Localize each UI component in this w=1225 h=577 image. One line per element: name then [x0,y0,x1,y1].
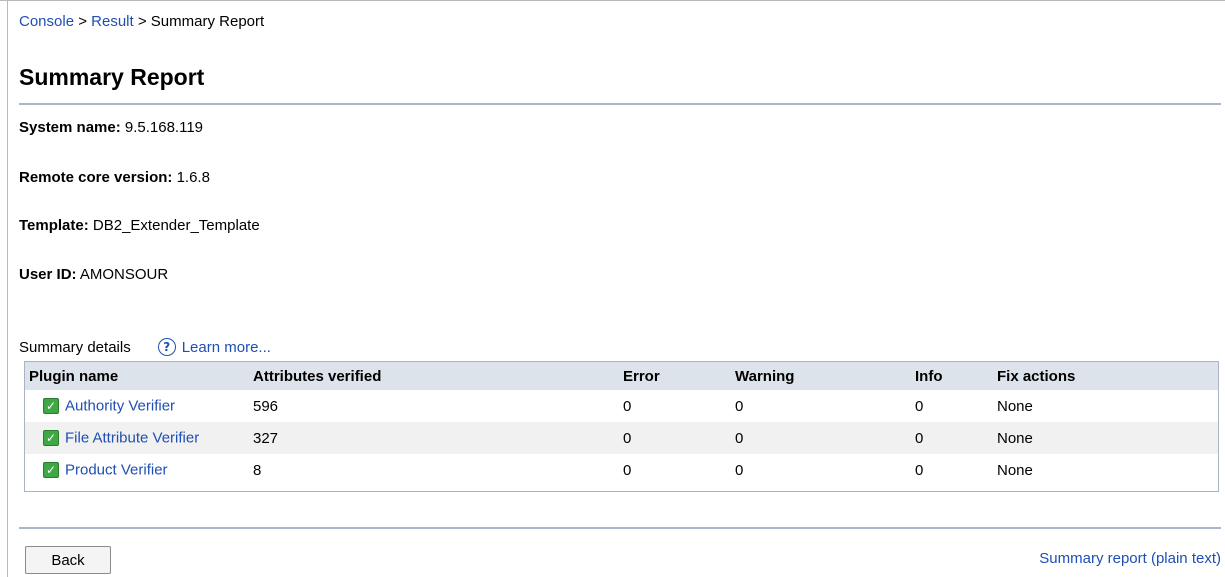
breadcrumb: Console > Result > Summary Report [19,13,264,30]
plain-text-report-link[interactable]: Summary report (plain text) [1039,550,1221,567]
fix-actions-cell: None [997,461,1033,479]
table-header-row: Plugin name Attributes verified Error Wa… [25,362,1218,390]
column-header-fix-actions[interactable]: Fix actions [993,362,1218,390]
template-value: DB2_Extender_Template [92,217,260,234]
summary-table-container: Plugin name Attributes verified Error Wa… [24,361,1219,492]
back-button[interactable]: Back [25,546,111,574]
check-icon: ✓ [43,398,59,415]
check-icon: ✓ [43,462,59,479]
plugin-link-file-attribute-verifier[interactable]: File Attribute Verifier [65,430,199,447]
remote-core-version-value: 1.6.8 [176,169,210,186]
plugin-link-product-verifier[interactable]: Product Verifier [65,462,168,479]
breadcrumb-current: Summary Report [150,13,265,30]
table-row: ✓ Product Verifier 8 0 0 0 None [25,454,1218,486]
title-divider [19,103,1221,105]
question-circle-icon[interactable]: ? [157,338,176,356]
warning-cell: 0 [735,461,744,479]
user-id-value: AMONSOUR [79,266,169,283]
system-name-value: 9.5.168.119 [124,119,204,136]
attributes-verified-cell: 596 [253,397,279,415]
info-cell: 0 [915,429,924,447]
column-header-error[interactable]: Error [619,362,731,390]
summary-details-header: Summary details ? Learn more... [19,338,271,356]
plugin-link-authority-verifier[interactable]: Authority Verifier [65,398,175,415]
check-icon: ✓ [43,430,59,447]
remote-core-version-label: Remote core version: [19,169,173,186]
page-title: Summary Report [19,64,205,90]
error-cell: 0 [623,429,632,447]
template-label: Template: [19,217,89,234]
info-cell: 0 [915,397,924,415]
column-header-attributes-verified[interactable]: Attributes verified [249,362,619,390]
plugin-cell: ✓ Authority Verifier [25,390,249,422]
breadcrumb-separator: > [137,13,147,30]
summary-details-label: Summary details [19,338,131,356]
table-row: ✓ File Attribute Verifier 327 0 0 0 None [25,422,1218,454]
warning-cell: 0 [735,397,744,415]
fix-actions-cell: None [997,397,1033,415]
attributes-verified-cell: 327 [253,429,279,447]
attributes-verified-cell: 8 [253,461,262,479]
plugin-cell: ✓ File Attribute Verifier [25,422,249,454]
error-cell: 0 [623,397,632,415]
column-header-warning[interactable]: Warning [731,362,911,390]
column-header-plugin-name[interactable]: Plugin name [25,362,249,390]
frame-left-border [7,0,8,577]
info-cell: 0 [915,461,924,479]
breadcrumb-result-link[interactable]: Result [91,13,134,30]
breadcrumb-separator: > [78,13,87,30]
breadcrumb-console-link[interactable]: Console [19,13,74,30]
footer-divider [19,527,1221,529]
user-id-label: User ID: [19,266,77,283]
system-name-field: System name: 9.5.168.119 [19,119,203,136]
fix-actions-cell: None [997,429,1033,447]
frame-top-border [0,0,1225,1]
template-field: Template: DB2_Extender_Template [19,217,260,234]
error-cell: 0 [623,461,632,479]
remote-core-version-field: Remote core version: 1.6.8 [19,169,210,186]
system-name-label: System name: [19,119,121,136]
column-header-info[interactable]: Info [911,362,993,390]
learn-more-link[interactable]: Learn more... [182,339,271,356]
table-row: ✓ Authority Verifier 596 0 0 0 None [25,390,1218,422]
warning-cell: 0 [735,429,744,447]
plugin-cell: ✓ Product Verifier [25,454,249,486]
user-id-field: User ID: AMONSOUR [19,266,168,283]
summary-table: Plugin name Attributes verified Error Wa… [25,362,1218,486]
